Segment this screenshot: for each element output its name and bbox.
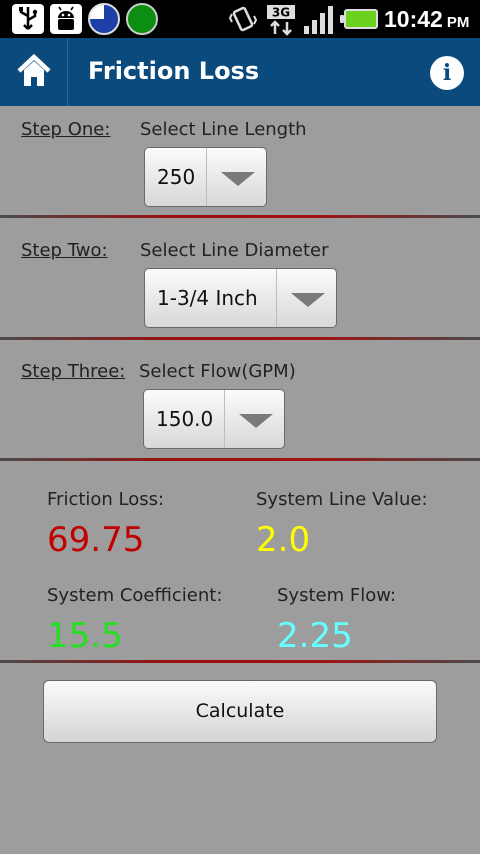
line-length-value: 250 <box>157 165 196 189</box>
chevron-down-icon <box>291 293 325 307</box>
flow-spinner[interactable]: 150.0 <box>143 389 285 449</box>
line-length-spinner[interactable]: 250 <box>144 147 267 207</box>
divider <box>0 215 480 218</box>
divider <box>0 337 480 340</box>
line-diameter-value: 1-3/4 Inch <box>157 286 258 310</box>
system-coefficient-value: 15.5 <box>47 616 123 656</box>
3g-data-icon: 3G <box>266 4 296 36</box>
system-line-value-label: System Line Value: <box>256 489 428 510</box>
line-diameter-spinner[interactable]: 1-3/4 Inch <box>144 268 337 328</box>
signal-icon <box>302 4 336 36</box>
android-debug-icon <box>50 4 82 34</box>
step-three-label: Step Three: <box>21 361 126 382</box>
calculate-button[interactable]: Calculate <box>43 680 437 743</box>
svg-text:3G: 3G <box>272 6 290 20</box>
system-coefficient-label: System Coefficient: <box>47 585 223 606</box>
step-one-label: Step One: <box>21 119 111 140</box>
home-button[interactable] <box>0 38 68 106</box>
step-three-description: Select Flow(GPM) <box>139 361 296 382</box>
page-title: Friction Loss <box>88 57 260 85</box>
step-two-label: Step Two: <box>21 240 108 261</box>
usb-icon <box>12 4 44 34</box>
green-circle-icon <box>126 3 158 35</box>
info-icon[interactable]: i <box>430 56 464 90</box>
divider <box>0 458 480 461</box>
friction-loss-label: Friction Loss: <box>47 489 165 510</box>
step-one-description: Select Line Length <box>140 119 307 140</box>
system-flow-label: System Flow: <box>277 585 397 606</box>
step-two-description: Select Line Diameter <box>140 240 329 261</box>
vibrate-icon <box>228 4 258 34</box>
chevron-down-icon <box>239 414 273 428</box>
divider <box>0 660 480 663</box>
title-bar: Friction Loss i <box>0 38 480 106</box>
clock: 10:42 PM <box>384 6 470 32</box>
line-length-dropdown-arrow <box>206 148 266 206</box>
pie-progress-icon <box>88 3 120 35</box>
line-diameter-dropdown-arrow <box>276 269 336 327</box>
flow-value: 150.0 <box>156 407 214 431</box>
chevron-down-icon <box>221 172 255 186</box>
home-icon <box>17 53 51 86</box>
status-bar: 3G 10:42 PM <box>0 0 480 38</box>
friction-loss-value: 69.75 <box>47 520 145 560</box>
flow-dropdown-arrow <box>224 390 284 448</box>
system-flow-value: 2.25 <box>277 616 353 656</box>
system-line-value: 2.0 <box>256 520 311 560</box>
battery-icon <box>340 9 378 29</box>
